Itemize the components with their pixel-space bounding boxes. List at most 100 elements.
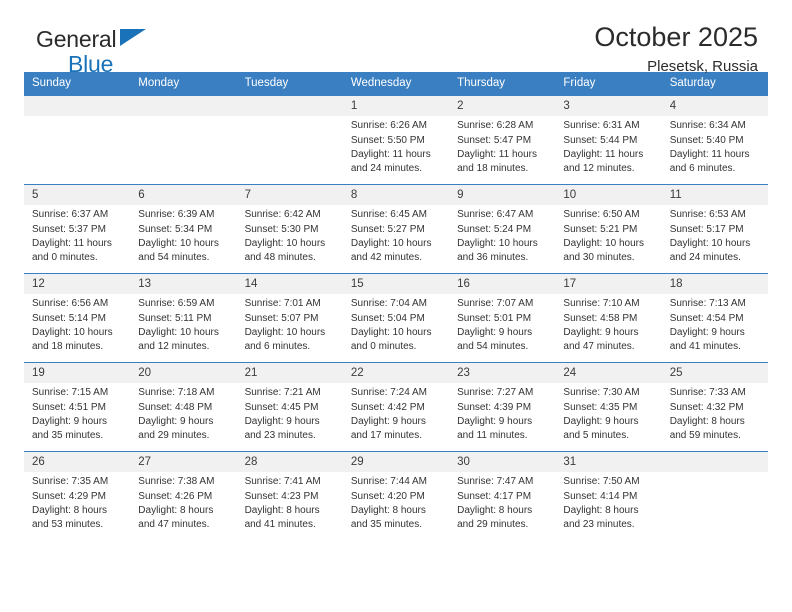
daylight-text: Daylight: 8 hours and 23 minutes. — [563, 504, 639, 530]
daylight-text: Daylight: 9 hours and 54 minutes. — [457, 326, 533, 352]
sunrise-text: Sunrise: 7:35 AM — [32, 476, 109, 488]
day-details: Sunrise: 7:04 AM Sunset: 5:04 PM Daylight:… — [343, 294, 449, 354]
day-number: 13 — [130, 274, 237, 295]
sunset-text: Sunset: 4:58 PM — [563, 312, 638, 324]
day-number: 25 — [661, 363, 768, 384]
calendar-day-cell-empty — [236, 95, 343, 185]
sunset-text: Sunset: 4:32 PM — [669, 401, 744, 413]
page-subtitle: Plesetsk, Russia — [647, 58, 758, 76]
calendar-day-cell[interactable]: 18 Sunrise: 7:13 AM Sunset: 4:54 PM Dayligh… — [661, 273, 768, 363]
day-number: 15 — [342, 274, 450, 295]
calendar-day-cell[interactable]: 12 Sunrise: 6:56 AM Sunset: 5:14 PM Dayligh… — [24, 273, 131, 363]
day-details: Sunrise: 6:53 AM Sunset: 5:17 PM Daylight:… — [662, 205, 768, 265]
day-details: Sunrise: 7:24 AM Sunset: 4:42 PM Daylight:… — [343, 383, 449, 443]
sunrise-text: Sunrise: 7:33 AM — [669, 387, 746, 399]
calendar-day-cell[interactable]: 9 Sunrise: 6:47 AM Sunset: 5:24 PM Daylight… — [449, 184, 556, 274]
day-number: 17 — [555, 274, 662, 295]
calendar-day-cell[interactable]: 31 Sunrise: 7:50 AM Sunset: 4:14 PM Dayligh… — [555, 451, 662, 540]
day-number: 5 — [24, 185, 131, 206]
calendar-page: General Blue October 2025 Plesetsk, Russ… — [0, 0, 792, 612]
day-details: Sunrise: 7:44 AM Sunset: 4:20 PM Daylight:… — [343, 472, 449, 532]
day-details: Sunrise: 7:41 AM Sunset: 4:23 PM Daylight:… — [237, 472, 343, 532]
sunrise-text: Sunrise: 6:59 AM — [138, 298, 215, 310]
day-number: 14 — [236, 274, 343, 295]
calendar-day-cell[interactable]: 4 Sunrise: 6:34 AM Sunset: 5:40 PM Daylight… — [661, 95, 768, 185]
calendar-day-cell[interactable]: 13 Sunrise: 6:59 AM Sunset: 5:11 PM Dayligh… — [130, 273, 237, 363]
daylight-text: Daylight: 9 hours and 17 minutes. — [350, 415, 426, 441]
day-details: Sunrise: 7:01 AM Sunset: 5:07 PM Daylight:… — [237, 294, 343, 354]
calendar-day-cell-empty — [130, 95, 237, 185]
calendar-day-cell[interactable]: 11 Sunrise: 6:53 AM Sunset: 5:17 PM Dayligh… — [661, 184, 768, 274]
calendar-week-row: 1 Sunrise: 6:26 AM Sunset: 5:50 PM Daylight… — [24, 95, 768, 185]
calendar-day-cell[interactable]: 17 Sunrise: 7:10 AM Sunset: 4:58 PM Dayligh… — [555, 273, 662, 363]
day-number: 20 — [130, 363, 237, 384]
daylight-text: Daylight: 10 hours and 48 minutes. — [244, 237, 326, 263]
sunset-text: Sunset: 4:20 PM — [350, 490, 425, 502]
day-details: Sunrise: 6:50 AM Sunset: 5:21 PM Daylight:… — [555, 205, 661, 265]
calendar-day-cell[interactable]: 16 Sunrise: 7:07 AM Sunset: 5:01 PM Dayligh… — [449, 273, 556, 363]
calendar-day-cell[interactable]: 29 Sunrise: 7:44 AM Sunset: 4:20 PM Dayligh… — [342, 451, 450, 540]
calendar-day-cell[interactable]: 23 Sunrise: 7:27 AM Sunset: 4:39 PM Dayligh… — [449, 362, 556, 452]
calendar-day-cell[interactable]: 25 Sunrise: 7:33 AM Sunset: 4:32 PM Dayligh… — [661, 362, 768, 452]
calendar-day-cell[interactable]: 14 Sunrise: 7:01 AM Sunset: 5:07 PM Dayligh… — [236, 273, 343, 363]
sunset-text: Sunset: 4:17 PM — [457, 490, 532, 502]
day-details: Sunrise: 7:13 AM Sunset: 4:54 PM Daylight:… — [662, 294, 768, 354]
day-number: 10 — [555, 185, 662, 206]
sunrise-text: Sunrise: 7:21 AM — [244, 387, 321, 399]
day-details: Sunrise: 7:38 AM Sunset: 4:26 PM Daylight:… — [130, 472, 236, 532]
calendar-day-cell[interactable]: 8 Sunrise: 6:45 AM Sunset: 5:27 PM Daylight… — [342, 184, 450, 274]
general-blue-logo[interactable]: General Blue — [36, 28, 146, 77]
calendar-day-cell[interactable]: 6 Sunrise: 6:39 AM Sunset: 5:34 PM Daylight… — [130, 184, 237, 274]
calendar-day-cell[interactable]: 10 Sunrise: 6:50 AM Sunset: 5:21 PM Dayligh… — [555, 184, 662, 274]
day-number: 31 — [555, 452, 662, 473]
day-details: Sunrise: 7:27 AM Sunset: 4:39 PM Daylight:… — [449, 383, 555, 443]
calendar-day-cell[interactable]: 2 Sunrise: 6:28 AM Sunset: 5:47 PM Daylight… — [449, 95, 556, 185]
calendar-day-cell[interactable]: 26 Sunrise: 7:35 AM Sunset: 4:29 PM Dayligh… — [24, 451, 131, 540]
day-details: Sunrise: 6:59 AM Sunset: 5:11 PM Daylight:… — [130, 294, 236, 354]
daylight-text: Daylight: 10 hours and 24 minutes. — [669, 237, 751, 263]
day-number: 21 — [236, 363, 343, 384]
calendar-day-cell[interactable]: 15 Sunrise: 7:04 AM Sunset: 5:04 PM Dayligh… — [342, 273, 450, 363]
calendar-day-cell[interactable]: 7 Sunrise: 6:42 AM Sunset: 5:30 PM Daylight… — [236, 184, 343, 274]
calendar-day-cell[interactable]: 24 Sunrise: 7:30 AM Sunset: 4:35 PM Dayligh… — [555, 362, 662, 452]
sunrise-text: Sunrise: 7:41 AM — [244, 476, 321, 488]
daylight-text: Daylight: 9 hours and 41 minutes. — [669, 326, 745, 352]
sunset-text: Sunset: 4:29 PM — [32, 490, 106, 502]
day-number: 3 — [555, 96, 662, 117]
daylight-text: Daylight: 8 hours and 53 minutes. — [32, 504, 108, 530]
calendar-day-cell[interactable]: 3 Sunrise: 6:31 AM Sunset: 5:44 PM Daylight… — [555, 95, 662, 185]
daylight-text: Daylight: 10 hours and 0 minutes. — [350, 326, 432, 352]
daylight-text: Daylight: 10 hours and 6 minutes. — [244, 326, 326, 352]
calendar-day-cell[interactable]: 30 Sunrise: 7:47 AM Sunset: 4:17 PM Dayligh… — [449, 451, 556, 540]
calendar-day-cell-empty — [24, 95, 131, 185]
calendar-day-cell[interactable]: 5 Sunrise: 6:37 AM Sunset: 5:37 PM Daylight… — [24, 184, 131, 274]
daylight-text: Daylight: 8 hours and 35 minutes. — [350, 504, 426, 530]
daylight-text: Daylight: 9 hours and 11 minutes. — [457, 415, 533, 441]
sunset-text: Sunset: 5:21 PM — [563, 223, 638, 235]
sunrise-text: Sunrise: 6:37 AM — [32, 209, 109, 221]
calendar-day-cell[interactable]: 19 Sunrise: 7:15 AM Sunset: 4:51 PM Dayligh… — [24, 362, 131, 452]
sunrise-text: Sunrise: 6:39 AM — [138, 209, 215, 221]
calendar-day-cell[interactable]: 20 Sunrise: 7:18 AM Sunset: 4:48 PM Dayligh… — [130, 362, 237, 452]
calendar-day-cell[interactable]: 27 Sunrise: 7:38 AM Sunset: 4:26 PM Dayligh… — [130, 451, 237, 540]
sunrise-text: Sunrise: 7:44 AM — [350, 476, 427, 488]
logo-text-blue: Blue — [68, 51, 114, 77]
weekday-header-thursday: Thursday — [449, 72, 556, 96]
calendar-day-cell[interactable]: 1 Sunrise: 6:26 AM Sunset: 5:50 PM Daylight… — [342, 95, 450, 185]
day-details: Sunrise: 6:28 AM Sunset: 5:47 PM Daylight:… — [449, 116, 555, 176]
calendar-day-cell[interactable]: 21 Sunrise: 7:21 AM Sunset: 4:45 PM Dayligh… — [236, 362, 343, 452]
day-details: Sunrise: 6:47 AM Sunset: 5:24 PM Daylight:… — [449, 205, 555, 265]
sunrise-text: Sunrise: 6:53 AM — [669, 209, 746, 221]
day-number — [24, 96, 131, 116]
day-number: 29 — [342, 452, 450, 473]
calendar-week-row: 26 Sunrise: 7:35 AM Sunset: 4:29 PM Dayligh… — [24, 451, 768, 540]
day-number: 12 — [24, 274, 131, 295]
weekday-header-monday: Monday — [130, 72, 237, 96]
sunrise-sunset-calendar: Sunday Monday Tuesday Wednesday Thursday Frid… — [24, 72, 768, 540]
day-details: Sunrise: 7:50 AM Sunset: 4:14 PM Daylight:… — [555, 472, 661, 532]
calendar-day-cell[interactable]: 22 Sunrise: 7:24 AM Sunset: 4:42 PM Dayligh… — [342, 362, 450, 452]
day-number: 2 — [449, 96, 556, 117]
sunrise-text: Sunrise: 7:13 AM — [669, 298, 746, 310]
calendar-day-cell[interactable]: 28 Sunrise: 7:41 AM Sunset: 4:23 PM Dayligh… — [236, 451, 343, 540]
sunrise-text: Sunrise: 7:24 AM — [350, 387, 427, 399]
